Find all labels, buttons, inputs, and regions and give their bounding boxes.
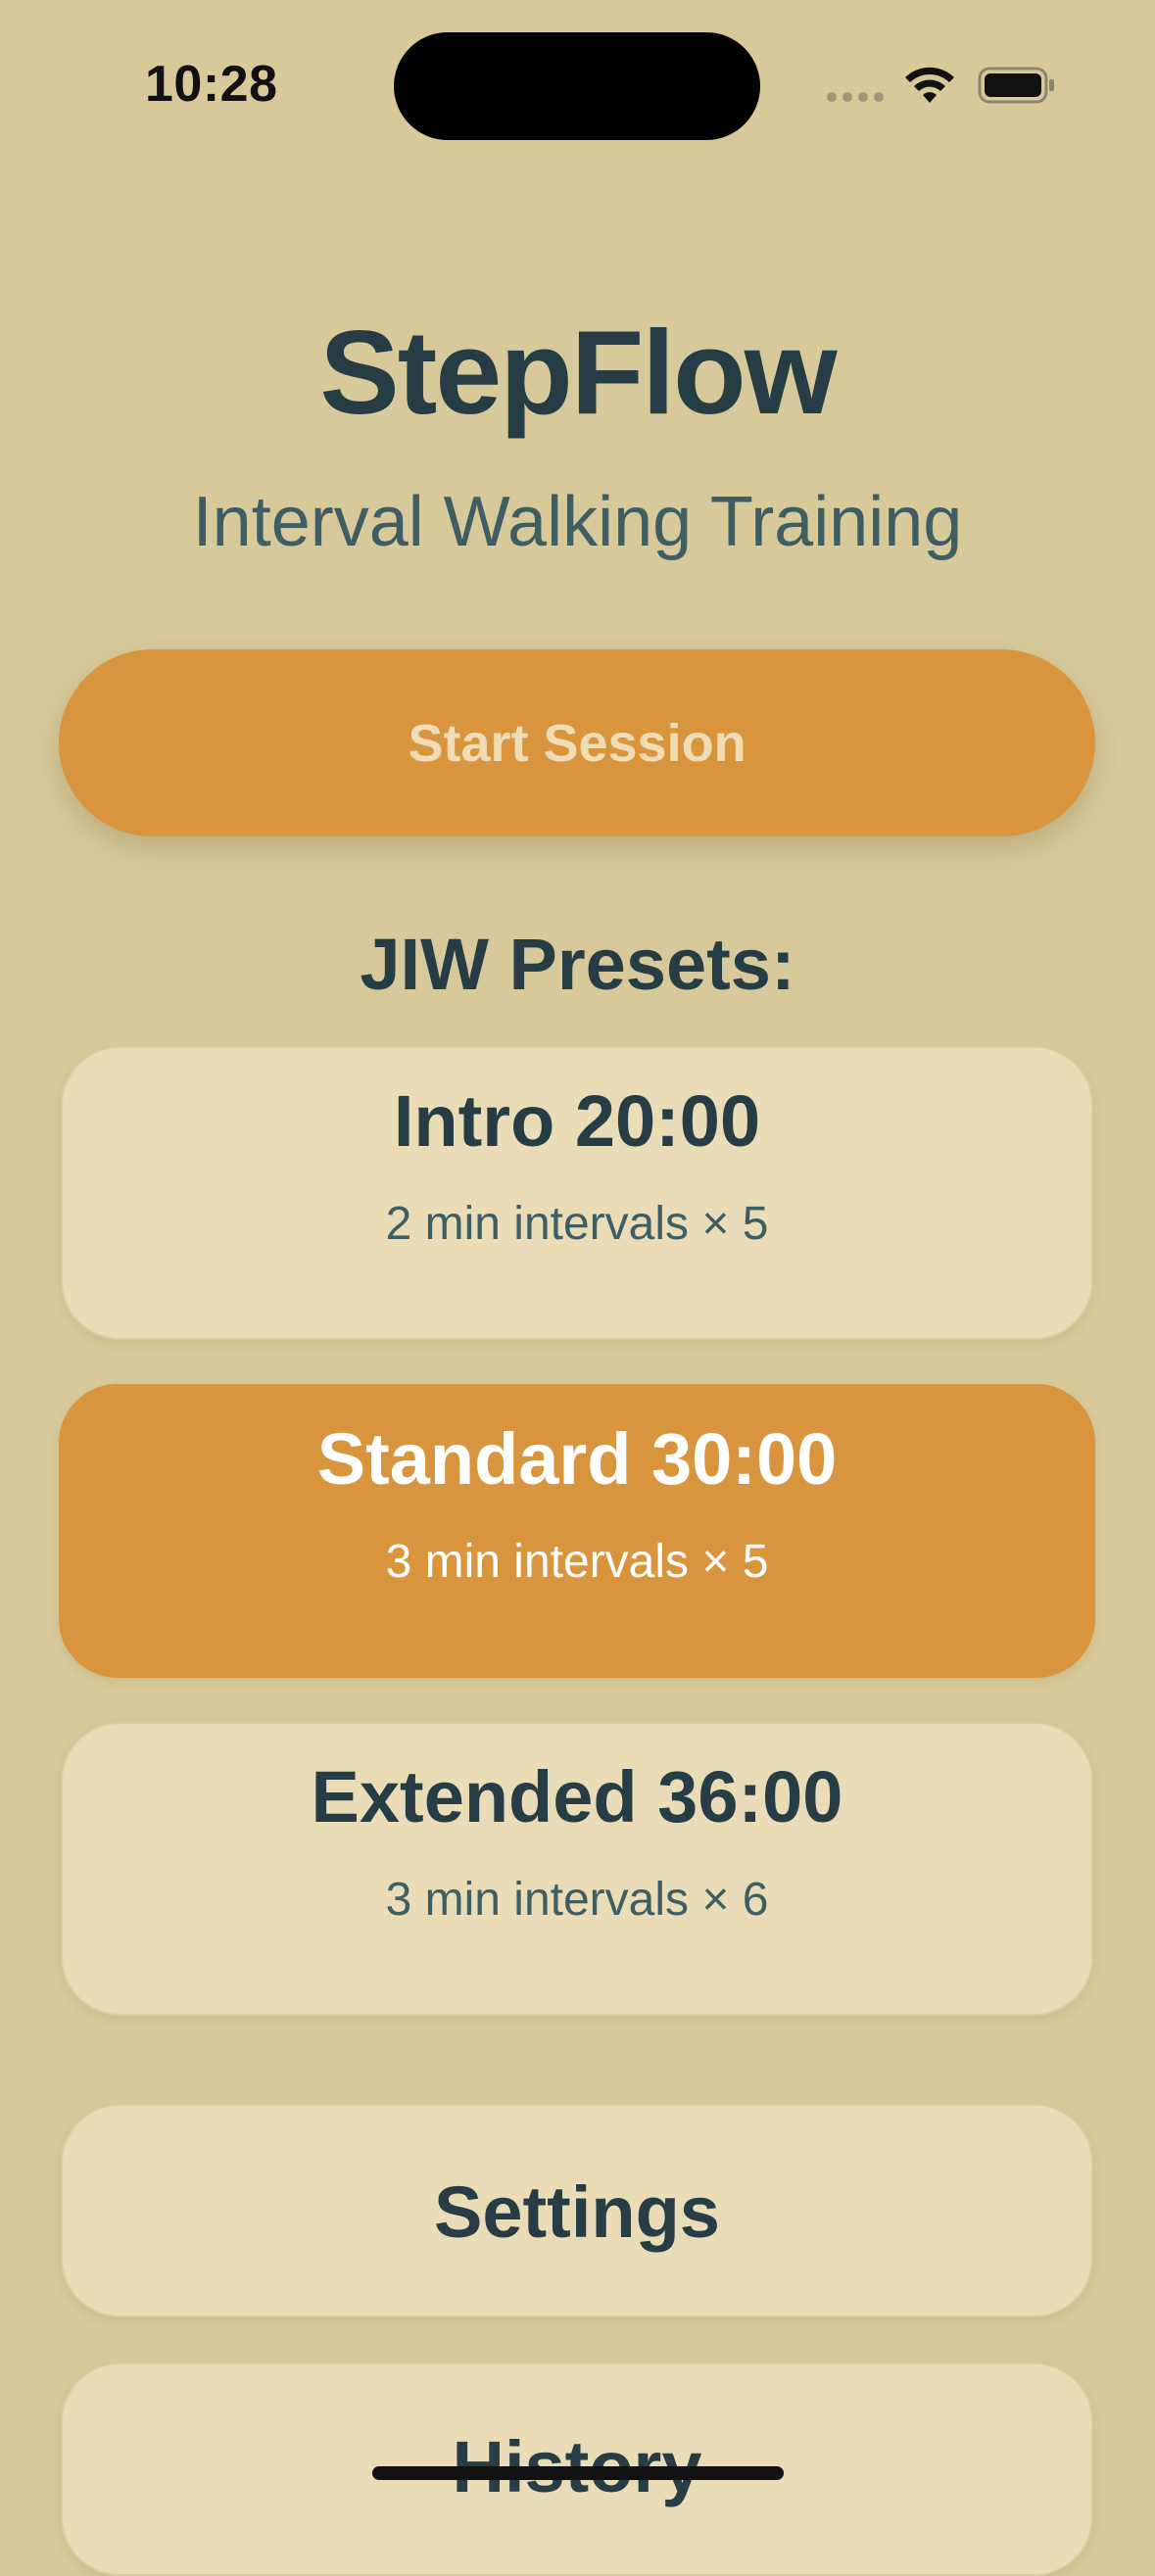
preset-title: Extended 36:00 [311, 1756, 843, 1837]
preset-card-intro[interactable]: Intro 20:00 2 min intervals × 5 [61, 1046, 1093, 1340]
preset-card-standard[interactable]: Standard 30:00 3 min intervals × 5 [59, 1384, 1095, 1678]
settings-button[interactable]: Settings [61, 2104, 1093, 2317]
home-indicator [372, 2466, 784, 2480]
preset-subtitle: 3 min intervals × 6 [385, 1874, 769, 1926]
preset-subtitle: 3 min intervals × 5 [385, 1536, 769, 1588]
cellular-signal-icon [827, 92, 886, 104]
status-time: 10:28 [145, 56, 278, 113]
preset-card-extended[interactable]: Extended 36:00 3 min intervals × 6 [61, 1722, 1093, 2016]
status-bar: 10:28 [0, 0, 1155, 167]
dynamic-island [394, 32, 760, 140]
preset-title: Intro 20:00 [393, 1080, 761, 1162]
app-subtitle: Interval Walking Training [192, 483, 963, 561]
wifi-icon [905, 67, 954, 103]
presets-heading: JIW Presets: [360, 924, 795, 1005]
settings-label: Settings [434, 2171, 720, 2253]
battery-icon [978, 67, 1054, 104]
app-title: StepFlow [319, 306, 837, 439]
preset-subtitle: 2 min intervals × 5 [385, 1198, 769, 1250]
start-session-button[interactable]: Start Session [59, 649, 1095, 836]
preset-title: Standard 30:00 [316, 1418, 838, 1500]
